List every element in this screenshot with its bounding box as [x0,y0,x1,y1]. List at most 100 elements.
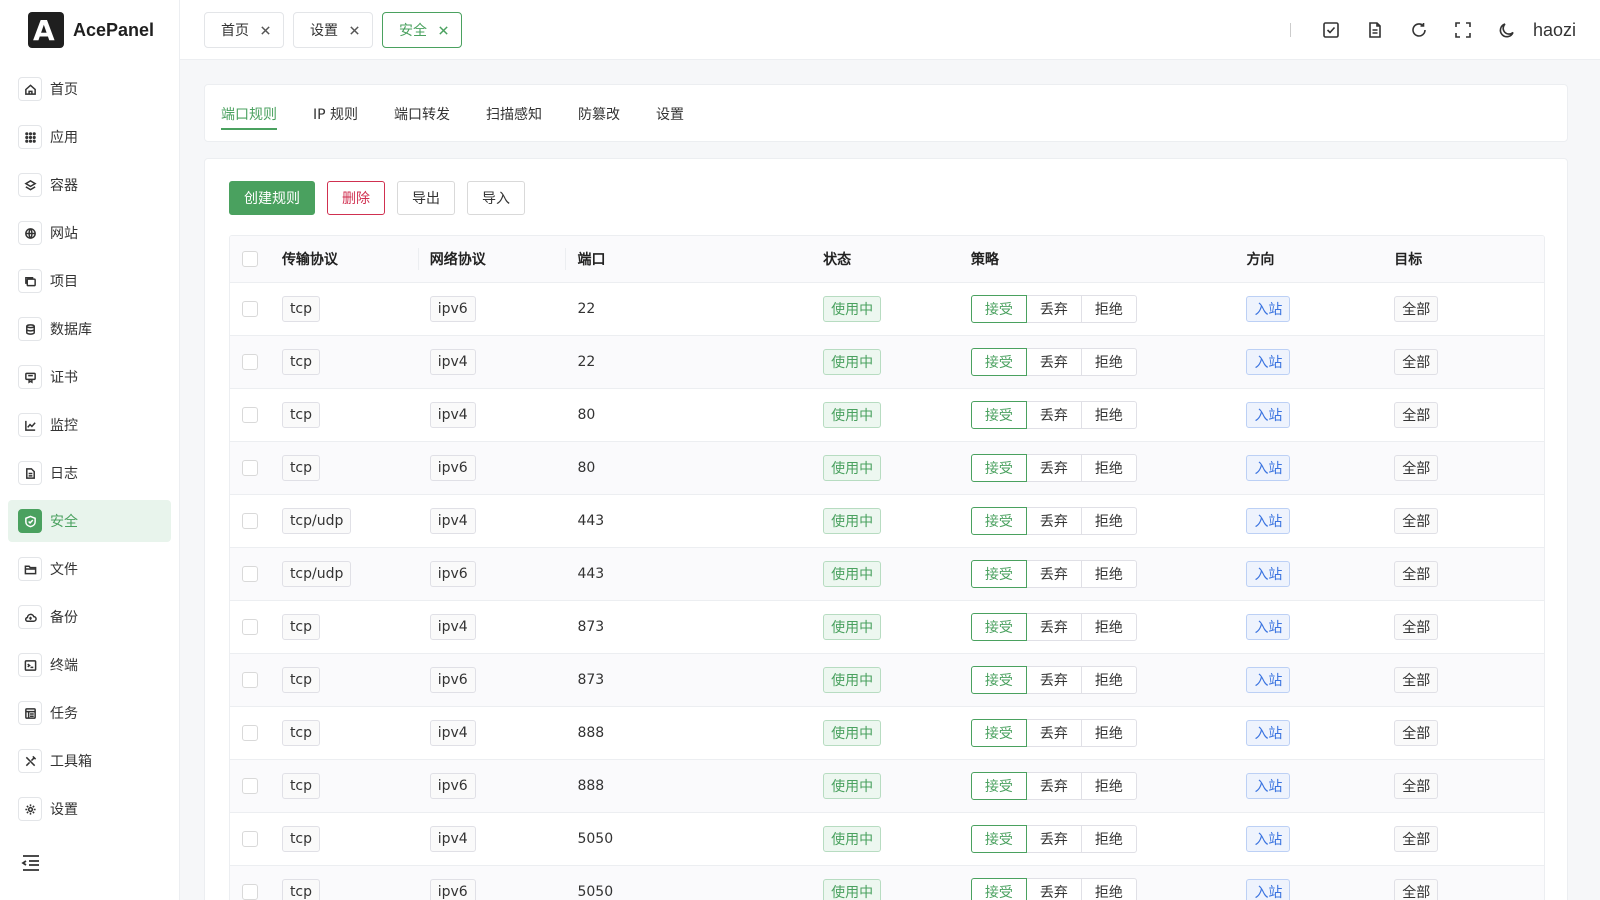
collapse-sidebar-icon[interactable] [20,852,42,874]
policy-option[interactable]: 丢弃 [1025,401,1082,429]
policy-option[interactable]: 丢弃 [1025,348,1082,376]
app-logo[interactable]: A AcePanel [0,0,179,60]
sidebar-item[interactable]: 工具箱 [8,740,171,782]
subtab[interactable]: 端口转发 [394,85,450,143]
table-row: tcp ipv6 22 使用中 接受 丢弃 拒绝 入站 全部 [230,283,1544,336]
policy-segmented-control: 接受 丢弃 拒绝 [970,878,1137,900]
sidebar-item[interactable]: 项目 [8,260,171,302]
row-checkbox[interactable] [242,831,258,847]
row-checkbox[interactable] [242,725,258,741]
policy-option[interactable]: 丢弃 [1025,666,1082,694]
sidebar-item[interactable]: 设置 [8,788,171,830]
close-icon[interactable] [437,24,449,36]
subtab[interactable]: IP 规则 [313,85,358,143]
sidebar-item[interactable]: 任务 [8,692,171,734]
row-checkbox[interactable] [242,460,258,476]
policy-option[interactable]: 拒绝 [1080,613,1137,641]
sidebar-item[interactable]: 首页 [8,68,171,110]
policy-option[interactable]: 拒绝 [1080,401,1137,429]
policy-option[interactable]: 丢弃 [1025,454,1082,482]
row-checkbox[interactable] [242,354,258,370]
policy-option[interactable]: 接受 [970,878,1027,900]
row-select-cell [230,283,282,335]
policy-option[interactable]: 接受 [970,560,1027,588]
sidebar-item[interactable]: 应用 [8,116,171,158]
table-row: tcp ipv6 888 使用中 接受 丢弃 拒绝 入站 全部 [230,760,1544,813]
sidebar-item[interactable]: 容器 [8,164,171,206]
sidebar-item[interactable]: 日志 [8,452,171,494]
row-checkbox[interactable] [242,884,258,900]
policy-option[interactable]: 丢弃 [1025,825,1082,853]
sidebar-item[interactable]: 监控 [8,404,171,446]
policy-option[interactable]: 丢弃 [1025,719,1082,747]
policy-option[interactable]: 拒绝 [1080,507,1137,535]
sidebar-item[interactable]: 安全 [8,500,171,542]
database-icon [18,317,42,341]
close-icon[interactable] [348,24,360,36]
policy-option[interactable]: 拒绝 [1080,825,1137,853]
sidebar-item[interactable]: 网站 [8,212,171,254]
policy-option[interactable]: 丢弃 [1025,772,1082,800]
task-check-icon[interactable] [1309,10,1353,50]
policy-option[interactable]: 拒绝 [1080,772,1137,800]
policy-option[interactable]: 拒绝 [1080,666,1137,694]
policy-option[interactable]: 接受 [970,401,1027,429]
row-checkbox[interactable] [242,301,258,317]
page-tab[interactable]: 设置 [293,12,373,48]
policy-segmented-control: 接受 丢弃 拒绝 [970,348,1137,376]
refresh-icon[interactable] [1397,10,1441,50]
policy-option[interactable]: 接受 [970,666,1027,694]
row-checkbox[interactable] [242,566,258,582]
subtab[interactable]: 防篡改 [578,85,620,143]
port-cell: 22 [577,354,596,370]
sidebar-item[interactable]: 文件 [8,548,171,590]
sidebar-item[interactable]: 数据库 [8,308,171,350]
document-icon[interactable] [1353,10,1397,50]
target-tag: 全部 [1394,773,1439,799]
subtab[interactable]: 端口规则 [221,85,277,143]
create-rule-button[interactable]: 创建规则 [229,181,315,215]
sidebar-item[interactable]: 证书 [8,356,171,398]
policy-option[interactable]: 拒绝 [1080,878,1137,900]
delete-button[interactable]: 删除 [327,181,385,215]
subtab[interactable]: 设置 [656,85,684,143]
policy-option[interactable]: 拒绝 [1080,719,1137,747]
policy-option[interactable]: 接受 [970,295,1027,323]
sidebar-item-label: 工具箱 [50,754,92,770]
page-tab[interactable]: 首页 [204,12,284,48]
row-checkbox[interactable] [242,619,258,635]
export-button[interactable]: 导出 [397,181,455,215]
row-checkbox[interactable] [242,513,258,529]
fullscreen-icon[interactable] [1441,10,1485,50]
subtab[interactable]: 扫描感知 [486,85,542,143]
import-button[interactable]: 导入 [467,181,525,215]
policy-option[interactable]: 接受 [970,719,1027,747]
policy-option[interactable]: 接受 [970,825,1027,853]
policy-option[interactable]: 丢弃 [1025,878,1082,900]
policy-option[interactable]: 拒绝 [1080,454,1137,482]
policy-option[interactable]: 丢弃 [1025,295,1082,323]
select-all-checkbox[interactable] [242,251,258,267]
user-name[interactable]: haozi [1533,20,1576,41]
row-checkbox[interactable] [242,672,258,688]
policy-option[interactable]: 接受 [970,454,1027,482]
policy-option[interactable]: 接受 [970,507,1027,535]
policy-option[interactable]: 丢弃 [1025,613,1082,641]
direction-cell: 入站 [1246,813,1394,865]
policy-option[interactable]: 拒绝 [1080,348,1137,376]
policy-option[interactable]: 接受 [970,348,1027,376]
policy-option[interactable]: 接受 [970,772,1027,800]
policy-option[interactable]: 拒绝 [1080,295,1137,323]
row-checkbox[interactable] [242,407,258,423]
page-tab[interactable]: 安全 [382,12,462,48]
sidebar-item[interactable]: 备份 [8,596,171,638]
policy-option[interactable]: 接受 [970,613,1027,641]
policy-option[interactable]: 丢弃 [1025,560,1082,588]
sidebar-item[interactable]: 终端 [8,644,171,686]
policy-segmented-control: 接受 丢弃 拒绝 [970,507,1137,535]
row-checkbox[interactable] [242,778,258,794]
close-icon[interactable] [259,24,271,36]
policy-option[interactable]: 拒绝 [1080,560,1137,588]
theme-moon-icon[interactable] [1485,10,1529,50]
policy-option[interactable]: 丢弃 [1025,507,1082,535]
